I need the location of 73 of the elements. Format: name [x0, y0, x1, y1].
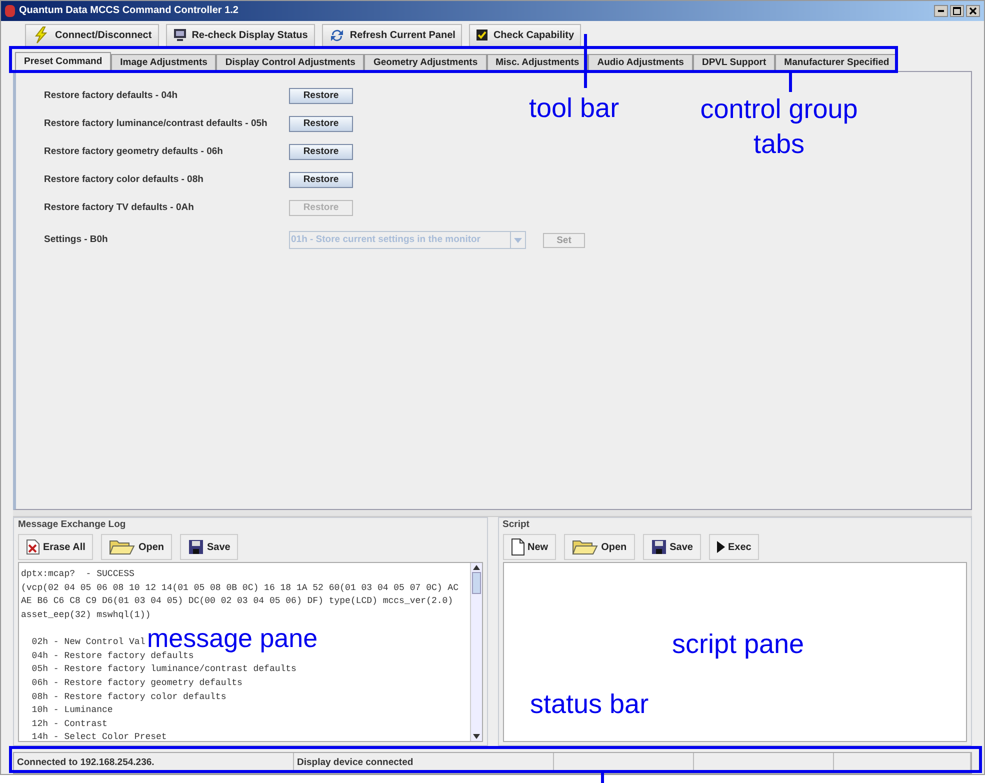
pane-button[interactable]: Exec: [708, 534, 760, 560]
log-line: asset_eep(32) mswhql(1)): [21, 608, 151, 622]
close-icon: [969, 6, 977, 15]
log-line: 04h - Restore factory defaults: [30, 650, 194, 663]
window-title: Quantum Data MCCS Command Controller 1.2: [19, 4, 238, 18]
maximize-button[interactable]: [950, 4, 964, 17]
toolbar-button[interactable]: Refresh Current Panel: [322, 24, 462, 47]
log-line: 02h - New Control Val: [30, 636, 146, 650]
scrollbar-thumb[interactable]: [472, 572, 480, 594]
preset-label: Restore factory defaults - 04h: [44, 89, 179, 104]
pane-title: Message Exchange Log: [18, 518, 127, 532]
log-line: 12h - Contrast: [30, 718, 108, 731]
scroll-up-arrow-icon[interactable]: [472, 565, 480, 570]
tab[interactable]: Geometry Adjustments: [364, 54, 487, 72]
tab[interactable]: DPVL Support: [692, 54, 776, 72]
message-text-area[interactable]: [18, 562, 482, 742]
minimize-button[interactable]: [934, 4, 948, 17]
tab[interactable]: Display Control Adjustments: [216, 54, 364, 72]
tab[interactable]: Misc. Adjustments: [486, 54, 588, 72]
preset-label: Restore factory geometry defaults - 06h: [44, 145, 224, 160]
restore-button[interactable]: Restore: [289, 172, 353, 188]
minimize-icon: [938, 10, 944, 12]
toolbar-button[interactable]: Check Capability: [469, 24, 582, 47]
log-line: AE B6 C6 C8 C9 D6(01 03 04 05) DC(00 02 03 04 05 06) DF) type(LCD) mccs_ver(2.0): [21, 595, 454, 608]
monitor-icon: [172, 28, 187, 42]
log-line: 10h - Luminance: [30, 704, 113, 718]
tab[interactable]: Image Adjustments: [111, 54, 216, 72]
pane-button[interactable]: New: [502, 534, 556, 560]
log-line: (vcp(02 04 05 06 08 10 12 14(01 05 08 0B 0C) 16 18 1A 52 60(01 03 04 05 07 0C) AC: [21, 582, 458, 595]
erase-document-icon: [26, 539, 40, 556]
splitter-handle[interactable]: [13, 510, 972, 518]
document-icon: [510, 538, 524, 556]
close-button[interactable]: [966, 4, 980, 17]
log-line: dptx:mcap? - SUCCESS: [21, 568, 134, 582]
refresh-icon: [328, 27, 345, 44]
status-text: Display device connected: [297, 756, 414, 770]
pane-button[interactable]: Save: [180, 534, 238, 560]
pane-title: Script: [502, 518, 530, 532]
settings-label: Settings - B0h: [44, 233, 109, 248]
tab[interactable]: Audio Adjustments: [588, 54, 693, 72]
toolbar-button[interactable]: Re-check Display Status: [166, 24, 315, 47]
preset-label: Restore factory color defaults - 08h: [44, 173, 204, 188]
lightning-icon: [32, 26, 50, 44]
log-line: 08h - Restore factory color defaults: [30, 690, 226, 704]
tab[interactable]: Preset Command: [15, 52, 112, 72]
vertical-scrollbar[interactable]: [470, 563, 482, 742]
callout-label: message pane: [147, 625, 318, 652]
checkbox-icon: [476, 29, 488, 42]
leader-line: [584, 34, 587, 88]
callout-label: status bar: [530, 688, 649, 720]
pane-button[interactable]: Save: [642, 534, 701, 560]
leader-line: [789, 72, 792, 92]
callout-label: control group tabs: [699, 93, 859, 161]
folder-icon: [572, 538, 598, 556]
folder-icon: [109, 538, 136, 556]
pane-button[interactable]: Erase All: [18, 534, 94, 560]
pane-button[interactable]: Open: [101, 534, 172, 560]
restore-button[interactable]: Restore: [289, 144, 353, 160]
preset-label: Restore factory TV defaults - 0Ah: [44, 201, 195, 216]
play-icon: [716, 541, 725, 554]
restore-button[interactable]: Restore: [289, 88, 353, 104]
maximize-icon: [953, 6, 961, 15]
scroll-down-arrow-icon[interactable]: [472, 734, 480, 740]
log-line: 06h - Restore factory geometry defaults: [30, 676, 242, 690]
log-line: 14h - Select Color Preset: [30, 731, 167, 742]
pane-button[interactable]: Open: [564, 534, 635, 560]
status-text: Connected to 192.168.254.236.: [17, 756, 154, 770]
preset-label: Restore factory luminance/contrast defaults - 05h: [44, 117, 268, 132]
callout-label: script pane: [672, 628, 804, 660]
restore-button[interactable]: Restore: [289, 116, 353, 132]
toolbar-button[interactable]: Connect/Disconnect: [25, 24, 159, 47]
log-line: 05h - Restore factory luminance/contrast defaults: [30, 663, 296, 676]
callout-label: tool bar: [529, 92, 620, 124]
